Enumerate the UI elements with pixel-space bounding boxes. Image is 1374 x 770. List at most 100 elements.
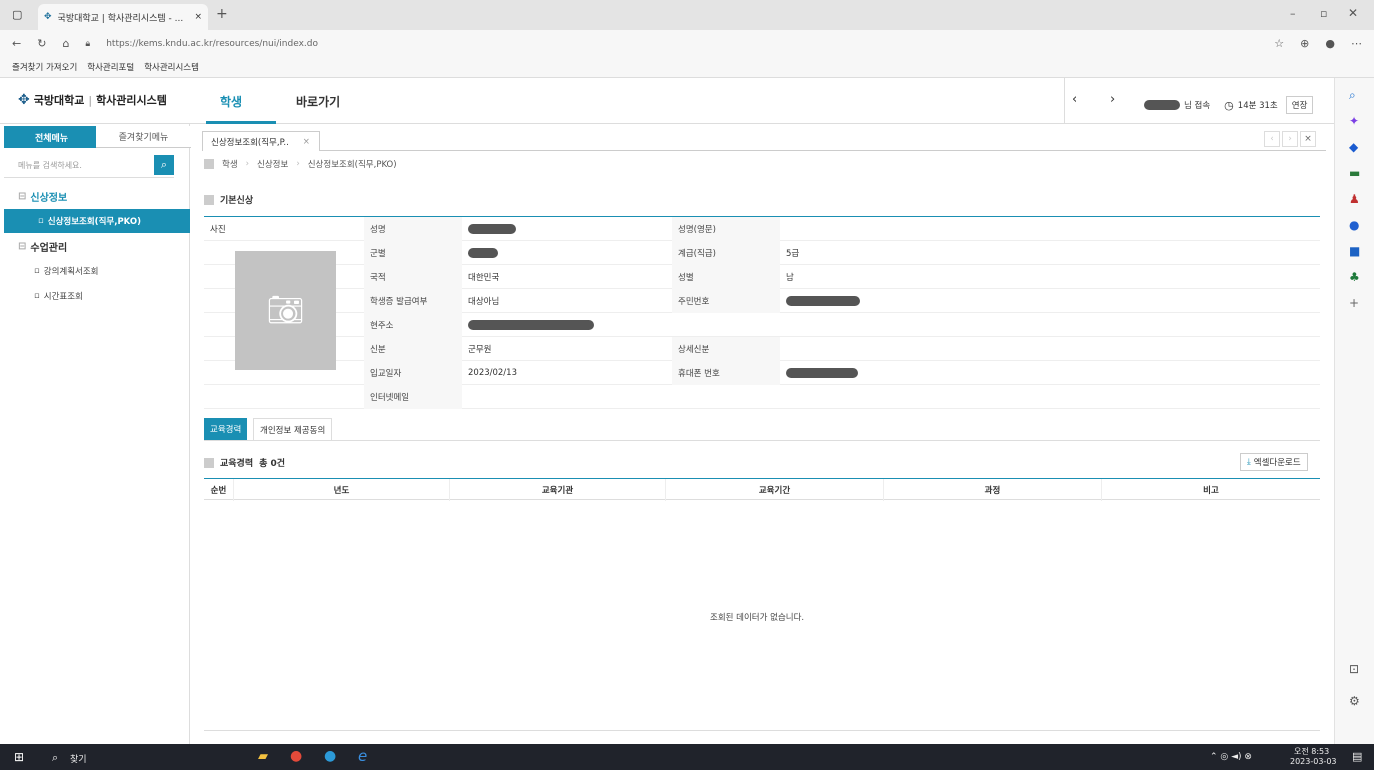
favorite-item[interactable]: 학사관리시스템 <box>144 61 199 73</box>
edge-icon[interactable]: ● <box>324 748 336 764</box>
edu-count: 총 0건 <box>259 459 286 469</box>
phone-value <box>780 361 980 385</box>
table-bottom <box>204 730 1320 731</box>
menu-search-input[interactable]: 메뉴를 검색하세요. <box>4 154 174 178</box>
field-label: 휴대폰 번호 <box>672 361 780 385</box>
menu-group-class[interactable]: ⊟ 수업관리 <box>0 234 190 258</box>
tab-actions-icon[interactable]: ▢ <box>12 8 22 21</box>
nav-student[interactable]: 학생 <box>220 93 242 110</box>
system-name: 학사관리시스템 <box>96 94 167 107</box>
back-icon[interactable]: ← <box>12 37 21 50</box>
browser-tab[interactable]: ✥ 국방대학교 | 학사관리시스템 - ... × <box>38 4 208 30</box>
user-info: 님 접속 ◷ 14분 31초 연장 <box>1144 96 1314 114</box>
content-tab[interactable]: 신상정보조회(직무,P.. × <box>202 131 320 151</box>
menu-item-personal-lookup[interactable]: ▫ 신상정보조회(직무,PKO) <box>4 209 190 233</box>
tree-icon[interactable]: ♣ <box>1349 270 1360 284</box>
home-icon <box>204 159 214 169</box>
add-icon[interactable]: + <box>1349 296 1359 310</box>
tab-favorites-menu[interactable]: 즐겨찾기메뉴 <box>96 126 191 148</box>
field-label: 인터넷메일 <box>364 385 462 409</box>
close-tab-icon[interactable]: × <box>194 12 202 22</box>
tab-controls: ‹ › × <box>1264 131 1316 147</box>
status-value: 군무원 <box>468 345 492 355</box>
copilot-icon[interactable]: ✦ <box>1349 114 1359 128</box>
new-tab-icon[interactable]: + <box>216 6 228 22</box>
favorite-icon[interactable]: ☆ <box>1274 37 1284 50</box>
menu-group-personal[interactable]: ⊟ 신상정보 <box>0 184 190 208</box>
url-field[interactable]: https://kems.kndu.ac.kr/resources/nui/in… <box>106 39 1258 49</box>
taskbar-search-label[interactable]: 찾기 <box>70 752 87 765</box>
close-all-icon[interactable]: × <box>1300 131 1316 147</box>
windows-start-icon[interactable]: ⊞ <box>14 750 24 764</box>
file-explorer-icon[interactable]: ▰ <box>258 749 268 764</box>
outlook-icon[interactable]: ■ <box>1349 244 1360 258</box>
settings-icon[interactable]: ⚙ <box>1349 694 1360 708</box>
photo-placeholder[interactable]: 📷︎ <box>235 251 336 370</box>
profile-icon[interactable]: ● <box>1325 37 1335 50</box>
briefcase-icon[interactable]: ▬ <box>1349 166 1360 180</box>
extend-button[interactable]: 연장 <box>1285 96 1314 114</box>
chrome-icon[interactable]: ● <box>290 748 302 764</box>
university-emblem-icon: ✥ <box>18 92 30 108</box>
collections-icon[interactable]: ⊕ <box>1300 37 1309 50</box>
tray-icons[interactable]: ⌃ ◎ ◄) ⊗ <box>1210 752 1252 762</box>
more-icon[interactable]: ⋯ <box>1351 37 1362 50</box>
nationality-value: 대한민국 <box>468 273 500 283</box>
breadcrumb: 학생 › 신상정보 › 신상정보조회(직무,PKO) <box>204 158 397 170</box>
prev-icon[interactable]: ‹ <box>1072 92 1077 107</box>
notification-icon[interactable]: ▤ <box>1352 750 1362 763</box>
search-button[interactable]: ⌕ <box>154 155 174 175</box>
browser-sidebar: ⌕ ✦ ◆ ▬ ♟ ● ■ ♣ + ⊡ ⚙ <box>1334 78 1374 744</box>
search-icon[interactable]: ⌕ <box>1349 88 1356 103</box>
sidebar-toggle-icon[interactable]: ⊡ <box>1349 662 1359 676</box>
menu-item-timetable[interactable]: ▫ 시간표조회 <box>0 284 190 308</box>
tab-title: 국방대학교 | 학사관리시스템 - ... <box>57 13 184 24</box>
menu-group-label: 수업관리 <box>30 242 68 254</box>
favicon-icon: ✥ <box>44 12 52 22</box>
ie-icon[interactable]: e <box>358 747 367 765</box>
tab-prev-icon[interactable]: ‹ <box>1264 131 1280 147</box>
photo-label: 사진 <box>210 225 226 235</box>
personal-info-table: 사진 성명 성명(영문) 군별 계급(직급) 5급 국적 대한민국 성별 남 학… <box>204 216 1320 409</box>
people-icon[interactable]: ♟ <box>1349 192 1360 206</box>
sex-value: 남 <box>786 273 794 283</box>
table-row: 입교일자 2023/02/13 휴대폰 번호 <box>204 361 1320 385</box>
close-icon[interactable]: × <box>303 137 310 147</box>
app-logo[interactable]: ✥ 국방대학교 | 학사관리시스템 <box>18 92 167 108</box>
logo-text: 국방대학교 <box>33 94 85 107</box>
table-row: 신분 군무원 상세신분 <box>204 337 1320 361</box>
nav-shortcut[interactable]: 바로가기 <box>296 93 340 110</box>
refresh-icon[interactable]: ↻ <box>37 37 46 50</box>
subtab-underline <box>204 440 1320 441</box>
field-label: 성별 <box>672 265 780 289</box>
favorite-item[interactable]: 학사관리포털 <box>87 61 134 73</box>
tab-underline <box>202 150 1326 151</box>
taskbar: ⊞ ⌕ 찾기 ▰ ● ● e ⌃ ◎ ◄) ⊗ 오전 8:53 2023-03-… <box>0 744 1374 770</box>
excel-download-button[interactable]: ⤓ 엑셀다운로드 <box>1240 453 1308 471</box>
restore-icon[interactable]: ▫ <box>1320 7 1327 20</box>
circle-icon[interactable]: ● <box>1349 218 1359 232</box>
app-header <box>0 78 1334 124</box>
field-label: 현주소 <box>364 313 462 337</box>
favorite-item[interactable]: 즐겨찾기 가져오기 <box>12 61 77 73</box>
timer-icon: ◷ <box>1224 98 1234 112</box>
menu-item-label: 강의계획서조회 <box>43 267 99 277</box>
field-label: 신분 <box>364 337 462 361</box>
table-row: 학생증 발급여부 대상아님 주민번호 <box>204 289 1320 313</box>
menu-item-syllabus[interactable]: ▫ 강의계획서조회 <box>0 259 190 283</box>
close-window-icon[interactable]: ✕ <box>1348 6 1358 20</box>
home-icon[interactable]: ⌂ <box>62 37 69 50</box>
tab-education[interactable]: 교육경력 <box>204 418 248 440</box>
tab-all-menu[interactable]: 전체메뉴 <box>4 126 99 148</box>
table-row: 군별 계급(직급) 5급 <box>204 241 1320 265</box>
minimize-icon[interactable]: – <box>1290 7 1296 20</box>
tab-privacy-consent[interactable]: 개인정보 제공동의 <box>253 418 333 440</box>
tab-next-icon[interactable]: › <box>1282 131 1298 147</box>
field-label: 국적 <box>364 265 462 289</box>
field-label: 주민번호 <box>672 289 780 313</box>
edu-title: 교육경력 총 0건 <box>204 456 285 469</box>
add-photo-icon: 📷︎ <box>266 293 305 328</box>
tag-icon[interactable]: ◆ <box>1349 140 1358 154</box>
search-icon[interactable]: ⌕ <box>52 751 58 765</box>
next-icon[interactable]: › <box>1110 92 1115 107</box>
